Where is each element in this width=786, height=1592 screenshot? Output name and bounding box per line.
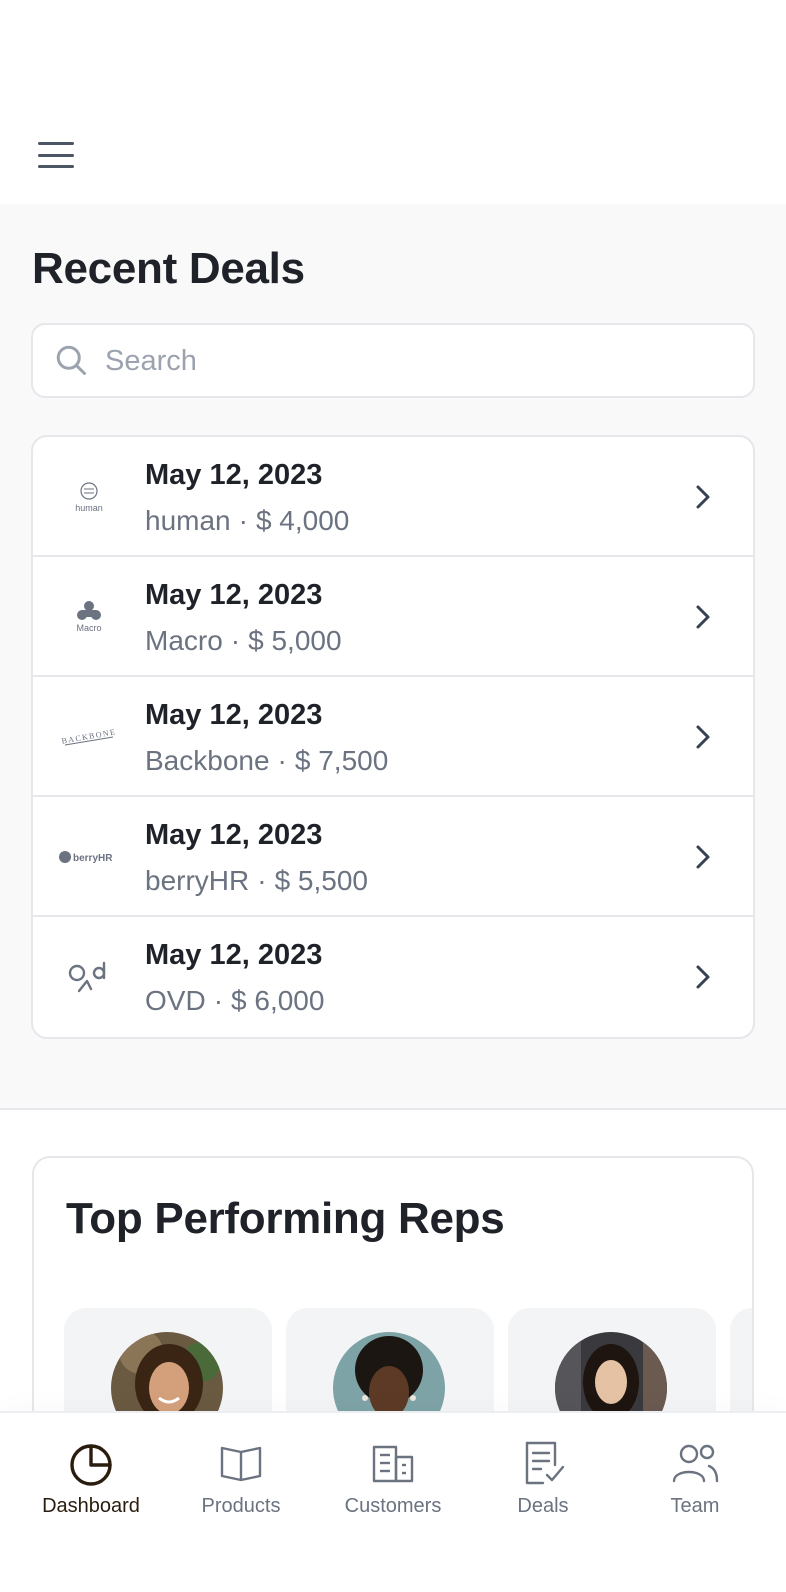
deal-date: May 12, 2023 [145, 579, 323, 611]
deal-row-macro[interactable]: Macro May 12, 2023 Macro · $ 5,000 [33, 557, 753, 677]
nav-products[interactable]: Products [166, 1439, 316, 1529]
deal-date: May 12, 2023 [145, 819, 323, 851]
deal-date: May 12, 2023 [145, 939, 323, 971]
deal-amount: $ 5,000 [248, 625, 342, 656]
deal-meta: OVD · $ 6,000 [145, 985, 324, 1017]
nav-deals[interactable]: Deals [468, 1439, 618, 1529]
nav-dashboard[interactable]: Dashboard [16, 1439, 166, 1529]
nav-label: Dashboard [42, 1495, 140, 1517]
deal-amount: $ 4,000 [255, 505, 350, 536]
separator: · [257, 865, 267, 896]
search-input[interactable] [105, 335, 735, 387]
deal-meta: berryHR · $ 5,500 [145, 865, 368, 897]
hamburger-menu-icon[interactable] [36, 138, 76, 172]
chevron-right-icon [696, 845, 710, 869]
bottom-navigation: Dashboard Products Customers Deals Team [0, 1411, 786, 1592]
deal-company: berryHR [145, 865, 250, 896]
top-reps-title: Top Performing Reps [66, 1194, 505, 1243]
chevron-right-icon [696, 485, 710, 509]
deals-list: human May 12, 2023 human · $ 4,000 Macro M… [31, 435, 755, 1039]
recent-deals-section: Recent Deals human May 12, 2023 human·$ … [0, 204, 786, 1110]
document-check-icon [525, 1441, 565, 1485]
berryhr-logo: berryHR [59, 827, 119, 887]
nav-label: Team [670, 1495, 720, 1517]
berryhr-logo-text: berryHR [73, 853, 113, 864]
deal-meta: human · $ 4,000 [145, 505, 349, 537]
macro-logo: Macro [59, 587, 119, 647]
separator: · [230, 625, 241, 656]
deal-date: May 12, 2023 [145, 459, 323, 491]
page-title: Recent Deals [32, 244, 305, 293]
nav-team[interactable]: Team [620, 1439, 770, 1529]
ovd-logo [59, 947, 119, 1007]
backbone-logo-text: BACKBONE [61, 727, 117, 745]
chevron-right-icon [696, 725, 710, 749]
deal-amount: $ 7,500 [294, 745, 389, 776]
human-logo: human [59, 467, 119, 527]
deal-amount: $ 5,500 [274, 865, 368, 896]
human-logo-text: human [75, 503, 103, 513]
users-icon [672, 1444, 719, 1483]
nav-customers[interactable]: Customers [318, 1439, 468, 1529]
building-icon [372, 1445, 414, 1483]
deal-row-human[interactable]: human May 12, 2023 human · $ 4,000 [33, 437, 753, 557]
deal-row-backbone[interactable]: BACKBONE May 12, 2023 Backbone · $ 7,500 [33, 677, 753, 797]
deal-company: Backbone [145, 745, 270, 776]
backbone-logo: BACKBONE [59, 707, 119, 767]
search-field[interactable] [31, 323, 755, 398]
separator: · [277, 745, 287, 776]
deal-meta: Backbone · $ 7,500 [145, 745, 388, 777]
macro-logo-text: Macro [76, 623, 101, 633]
deal-meta: Macro · $ 5,000 [145, 625, 342, 657]
nav-label: Products [201, 1495, 281, 1517]
deal-row-ovd[interactable]: May 12, 2023 OVD · $ 6,000 [33, 917, 753, 1037]
deal-amount: $ 6,000 [231, 985, 325, 1016]
chevron-right-icon [696, 965, 710, 989]
pie-chart-icon [70, 1444, 112, 1486]
top-bar [0, 0, 786, 204]
deal-date: May 12, 2023 [145, 699, 323, 731]
separator: · [213, 985, 224, 1016]
nav-label: Customers [344, 1495, 442, 1517]
deal-company: human [145, 505, 231, 536]
deal-company: OVD [145, 985, 206, 1016]
search-icon [56, 345, 86, 375]
separator: · [238, 505, 248, 536]
deal-company: Macro [145, 625, 223, 656]
nav-label: Deals [517, 1495, 569, 1517]
deal-row-berryhr[interactable]: berryHR May 12, 2023 berryHR · $ 5,500 [33, 797, 753, 917]
book-open-icon [220, 1446, 262, 1482]
chevron-right-icon [696, 605, 710, 629]
